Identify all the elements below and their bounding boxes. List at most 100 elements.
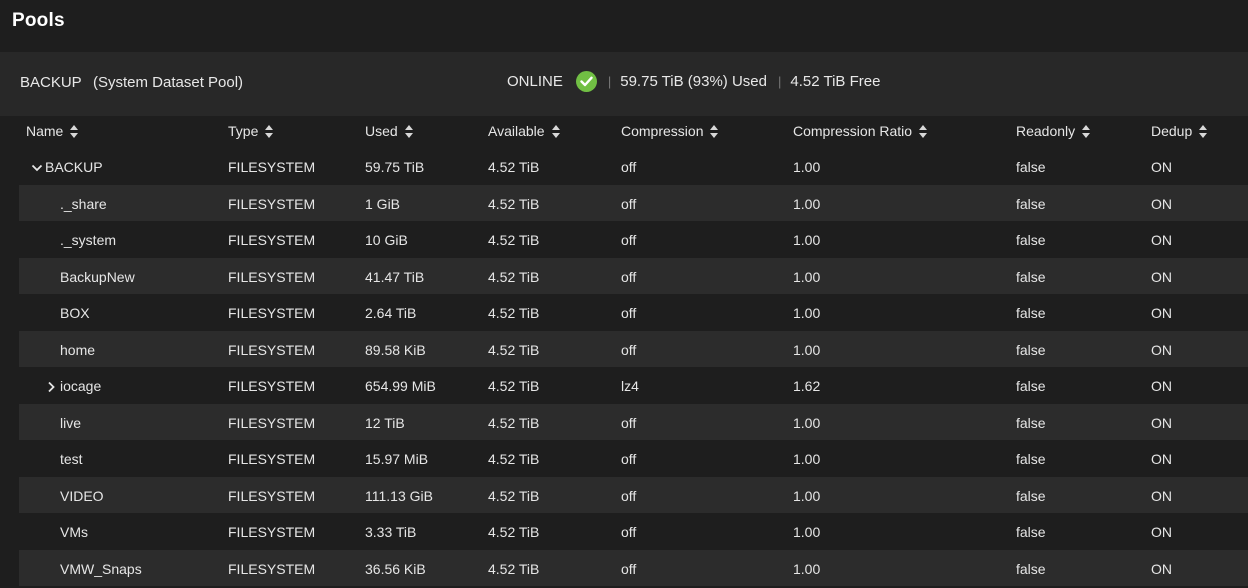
type-cell: FILESYSTEM bbox=[228, 195, 316, 212]
pool-free: 4.52 TiB Free bbox=[790, 73, 881, 90]
sort-icon bbox=[1199, 124, 1208, 138]
type-cell: FILESYSTEM bbox=[228, 451, 316, 467]
readonly-cell: false bbox=[1016, 487, 1046, 504]
readonly-cell: false bbox=[1016, 305, 1046, 321]
compression-cell: off bbox=[621, 268, 637, 285]
used-cell: 15.97 MiB bbox=[365, 451, 429, 467]
table-row[interactable]: ._system FILESYSTEM 10 GiB 4.52 TiB off 1.00 f… bbox=[19, 221, 1248, 258]
readonly-cell: false bbox=[1016, 524, 1046, 540]
readonly-cell: false bbox=[1016, 159, 1046, 175]
dedup-cell: ON bbox=[1151, 560, 1172, 577]
compression-cell: off bbox=[621, 159, 637, 175]
pool-name: BACKUP bbox=[20, 74, 82, 91]
compression-ratio-cell: 1.62 bbox=[793, 378, 821, 394]
available-cell: 4.52 TiB bbox=[488, 487, 540, 504]
compression-ratio-cell: 1.00 bbox=[793, 414, 821, 431]
compression-cell: off bbox=[621, 414, 637, 431]
dedup-cell: ON bbox=[1151, 159, 1172, 175]
table-row[interactable]: iocage FILESYSTEM 654.99 MiB 4.52 TiB lz4 1.6… bbox=[19, 367, 1248, 404]
column-header-readonly[interactable]: Readonly bbox=[1016, 123, 1091, 139]
column-header-compression-ratio[interactable]: Compression Ratio bbox=[793, 123, 928, 139]
dedup-cell: ON bbox=[1151, 378, 1172, 394]
dedup-cell: ON bbox=[1151, 232, 1172, 248]
pool-used: 59.75 TiB (93%) Used bbox=[620, 73, 767, 90]
type-cell: FILESYSTEM bbox=[228, 524, 316, 540]
readonly-cell: false bbox=[1016, 268, 1046, 285]
name-cell: iocage bbox=[60, 378, 102, 394]
type-cell: FILESYSTEM bbox=[228, 560, 316, 577]
readonly-cell: false bbox=[1016, 378, 1046, 394]
type-cell: FILESYSTEM bbox=[228, 305, 316, 321]
table-row[interactable]: live FILESYSTEM 12 TiB 4.52 TiB off 1.00 false… bbox=[19, 403, 1248, 440]
sort-icon bbox=[265, 124, 274, 138]
table-row[interactable]: VMW_Snaps FILESYSTEM 36.56 KiB 4.52 TiB off 1… bbox=[19, 549, 1248, 586]
sort-icon bbox=[551, 124, 561, 138]
column-header-name[interactable]: Name bbox=[26, 123, 79, 139]
used-cell: 12 TiB bbox=[365, 414, 405, 431]
name-cell: ._system bbox=[60, 232, 117, 248]
name-cell: ._share bbox=[60, 195, 107, 212]
column-header-available[interactable]: Available bbox=[488, 123, 561, 139]
available-cell: 4.52 TiB bbox=[488, 524, 540, 540]
compression-cell: off bbox=[621, 560, 637, 577]
column-header-compression[interactable]: Compression bbox=[621, 123, 719, 139]
readonly-cell: false bbox=[1016, 451, 1046, 467]
type-cell: FILESYSTEM bbox=[228, 159, 316, 175]
compression-cell: off bbox=[621, 487, 637, 504]
name-cell: VIDEO bbox=[60, 487, 104, 504]
compression-ratio-cell: 1.00 bbox=[793, 487, 821, 504]
sort-icon bbox=[70, 124, 79, 138]
column-header-dedup[interactable]: Dedup bbox=[1151, 123, 1208, 139]
table-row[interactable]: home FILESYSTEM 89.58 KiB 4.52 TiB off 1.00 fa… bbox=[19, 330, 1248, 367]
sort-icon bbox=[710, 124, 719, 138]
pool-status-text: ONLINE bbox=[507, 73, 563, 90]
sort-icon bbox=[1082, 124, 1091, 138]
compression-cell: off bbox=[621, 305, 637, 321]
dedup-cell: ON bbox=[1151, 414, 1172, 431]
available-cell: 4.52 TiB bbox=[488, 268, 540, 285]
sort-icon bbox=[404, 124, 414, 138]
table-row[interactable]: ._share FILESYSTEM 1 GiB 4.52 TiB off 1.00 fal… bbox=[19, 184, 1248, 221]
available-cell: 4.52 TiB bbox=[488, 341, 540, 358]
used-cell: 59.75 TiB bbox=[365, 159, 425, 175]
used-cell: 41.47 TiB bbox=[365, 268, 425, 285]
table-row[interactable]: BOX FILESYSTEM 2.64 TiB 4.52 TiB off 1.00 fals… bbox=[19, 294, 1248, 331]
compression-cell: off bbox=[621, 195, 637, 212]
dedup-cell: ON bbox=[1151, 524, 1172, 540]
table-row[interactable]: test FILESYSTEM 15.97 MiB 4.52 TiB off 1.00 fa… bbox=[19, 440, 1248, 477]
table-row[interactable]: BackupNew FILESYSTEM 41.47 TiB 4.52 TiB off 1… bbox=[19, 257, 1248, 294]
table-row[interactable]: VIDEO FILESYSTEM 111.13 GiB 4.52 TiB off 1.00… bbox=[19, 476, 1248, 513]
compression-cell: off bbox=[621, 451, 637, 467]
table-row[interactable]: BACKUP FILESYSTEM 59.75 TiB 4.52 TiB off 1.00… bbox=[19, 148, 1248, 185]
page-title: Pools bbox=[12, 10, 65, 31]
readonly-cell: false bbox=[1016, 232, 1046, 248]
readonly-cell: false bbox=[1016, 195, 1046, 212]
compression-cell: lz4 bbox=[621, 378, 639, 394]
name-cell: BACKUP bbox=[45, 159, 103, 175]
compression-cell: off bbox=[621, 341, 637, 358]
separator: | bbox=[607, 74, 612, 89]
datasets-table: Name Type Used Available Compression Com… bbox=[19, 116, 1248, 586]
column-header-type[interactable]: Type bbox=[228, 123, 274, 139]
chevron-right-icon[interactable] bbox=[45, 380, 57, 393]
chevron-down-icon[interactable] bbox=[31, 161, 43, 173]
used-cell: 36.56 KiB bbox=[365, 560, 426, 577]
pool-subtitle: (System Dataset Pool) bbox=[93, 74, 244, 91]
check-circle-icon bbox=[575, 71, 597, 92]
dedup-cell: ON bbox=[1151, 268, 1172, 285]
compression-cell: off bbox=[621, 524, 637, 540]
column-header-used[interactable]: Used bbox=[365, 123, 414, 139]
compression-ratio-cell: 1.00 bbox=[793, 305, 821, 321]
table-header: Name Type Used Available Compression Com… bbox=[19, 116, 1248, 148]
available-cell: 4.52 TiB bbox=[488, 560, 540, 577]
used-cell: 89.58 KiB bbox=[365, 341, 426, 358]
separator: | bbox=[778, 74, 782, 89]
available-cell: 4.52 TiB bbox=[488, 305, 540, 321]
compression-ratio-cell: 1.00 bbox=[793, 159, 821, 175]
table-row[interactable]: VMs FILESYSTEM 3.33 TiB 4.52 TiB off 1.00 fals… bbox=[19, 513, 1248, 550]
used-cell: 654.99 MiB bbox=[365, 378, 436, 394]
pool-header: BACKUP (System Dataset Pool) ONLINE | 59… bbox=[0, 52, 1248, 116]
compression-ratio-cell: 1.00 bbox=[793, 451, 821, 467]
available-cell: 4.52 TiB bbox=[488, 232, 540, 248]
name-cell: VMs bbox=[60, 524, 88, 540]
